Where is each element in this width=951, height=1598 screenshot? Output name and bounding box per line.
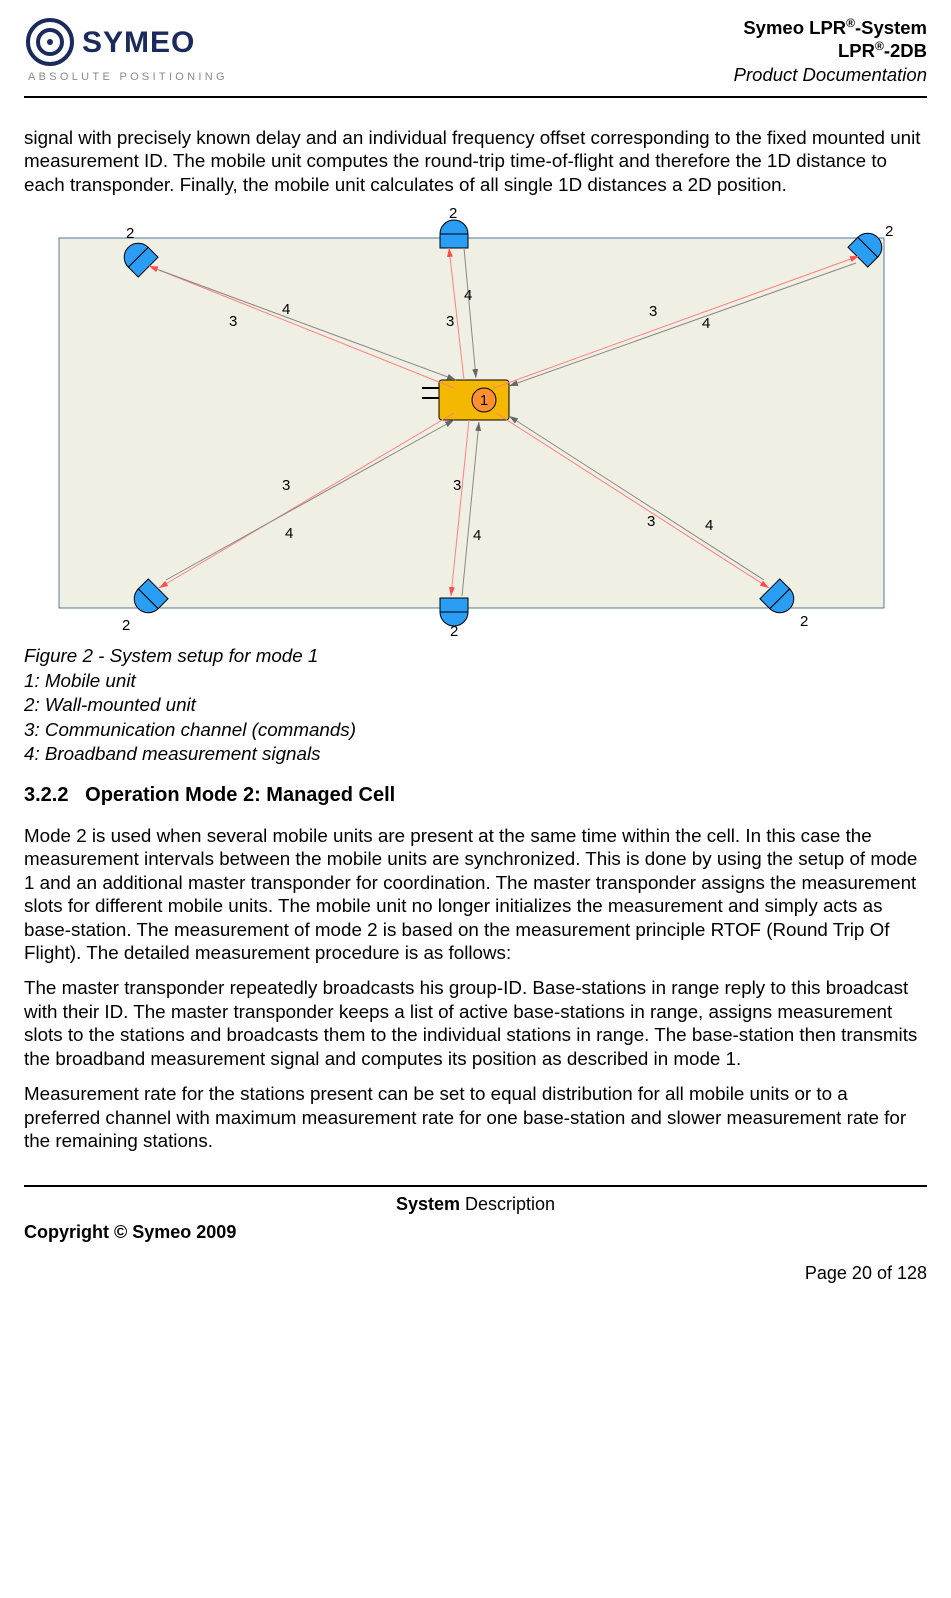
section-number: 3.2.2 bbox=[24, 784, 68, 806]
footer-rule bbox=[24, 1185, 927, 1187]
figure-2: 1 bbox=[24, 208, 927, 766]
logo-sub-text: ABSOLUTE POSITIONING bbox=[28, 71, 228, 83]
svg-text:2: 2 bbox=[126, 225, 134, 242]
svg-text:4: 4 bbox=[473, 527, 481, 544]
header-subtitle: Product Documentation bbox=[734, 63, 927, 86]
figure-caption-l2: 2: Wall-mounted unit bbox=[24, 693, 927, 717]
figure-caption-l1: 1: Mobile unit bbox=[24, 669, 927, 693]
page-header: SYMEO ABSOLUTE POSITIONING Symeo LPR®-Sy… bbox=[24, 10, 927, 90]
svg-text:4: 4 bbox=[705, 517, 713, 534]
header-reg2: ® bbox=[875, 39, 884, 53]
footer-center-rest: Description bbox=[460, 1194, 555, 1214]
svg-text:3: 3 bbox=[647, 513, 655, 530]
header-titles: Symeo LPR®-System LPR®-2DB Product Docum… bbox=[734, 16, 927, 86]
svg-text:3: 3 bbox=[282, 477, 290, 494]
figure-caption-title: Figure 2 - System setup for mode 1 bbox=[24, 644, 927, 668]
figure-caption: Figure 2 - System setup for mode 1 1: Mo… bbox=[24, 644, 927, 766]
svg-text:4: 4 bbox=[282, 301, 290, 318]
paragraph-mode2-b: The master transponder repeatedly broadc… bbox=[24, 976, 927, 1070]
svg-text:3: 3 bbox=[229, 313, 237, 330]
svg-text:4: 4 bbox=[285, 525, 293, 542]
paragraph-mode2-c: Measurement rate for the stations presen… bbox=[24, 1082, 927, 1152]
svg-text:2: 2 bbox=[450, 623, 458, 638]
section-heading-3-2-2: 3.2.2 Operation Mode 2: Managed Cell bbox=[24, 783, 927, 808]
paragraph-intro: signal with precisely known delay and an… bbox=[24, 126, 927, 196]
header-reg1: ® bbox=[846, 16, 855, 30]
header-title2-post: -2DB bbox=[884, 40, 927, 61]
section-title: Operation Mode 2: Managed Cell bbox=[85, 784, 395, 806]
footer-center-bold: System bbox=[396, 1194, 460, 1214]
svg-text:1: 1 bbox=[480, 392, 488, 409]
svg-text:3: 3 bbox=[649, 303, 657, 320]
header-rule bbox=[24, 96, 927, 98]
svg-text:4: 4 bbox=[702, 315, 710, 332]
header-title1-pre: Symeo LPR bbox=[743, 17, 846, 38]
svg-text:3: 3 bbox=[453, 477, 461, 494]
svg-text:3: 3 bbox=[446, 313, 454, 330]
paragraph-mode2-a: Mode 2 is used when several mobile units… bbox=[24, 824, 927, 965]
header-title2-pre: LPR bbox=[838, 40, 875, 61]
footer-center: System Description bbox=[24, 1193, 927, 1216]
svg-text:2: 2 bbox=[449, 208, 457, 222]
figure-2-svg: 1 bbox=[24, 208, 924, 638]
symeo-logo-icon: SYMEO ABSOLUTE POSITIONING bbox=[24, 16, 244, 86]
logo: SYMEO ABSOLUTE POSITIONING bbox=[24, 16, 244, 86]
page-number: Page 20 of 128 bbox=[24, 1262, 927, 1285]
svg-text:2: 2 bbox=[800, 613, 808, 630]
figure-caption-l4: 4: Broadband measurement signals bbox=[24, 742, 927, 766]
figure-caption-l3: 3: Communication channel (commands) bbox=[24, 718, 927, 742]
logo-main-text: SYMEO bbox=[82, 26, 195, 59]
svg-text:2: 2 bbox=[885, 223, 893, 240]
footer-copyright: Copyright © Symeo 2009 bbox=[24, 1221, 927, 1244]
svg-text:2: 2 bbox=[122, 617, 130, 634]
svg-text:4: 4 bbox=[464, 287, 472, 304]
header-title1-post: -System bbox=[855, 17, 927, 38]
